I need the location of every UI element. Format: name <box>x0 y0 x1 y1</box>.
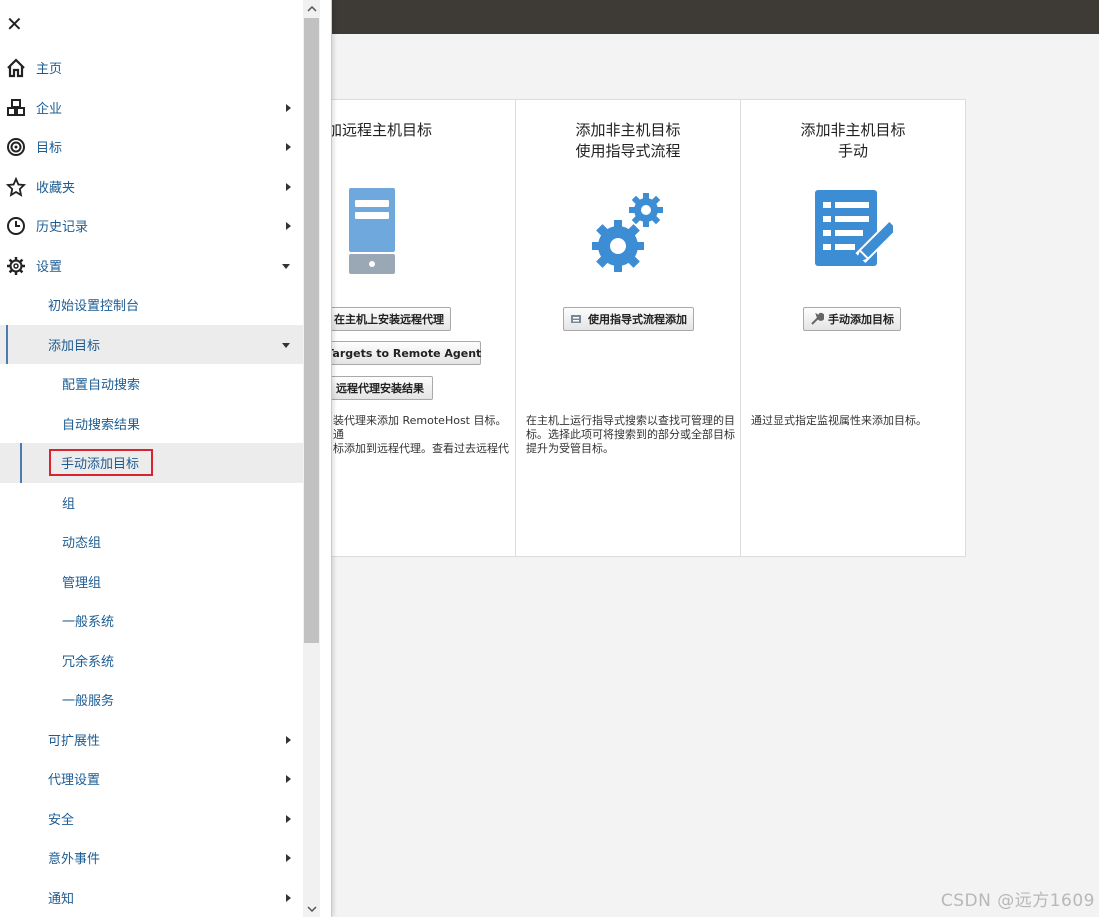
sidebar-item-enterprise[interactable]: 企业 <box>0 88 303 128</box>
enterprise-icon <box>5 97 27 119</box>
sidebar-item-dynamic-groups[interactable]: 动态组 <box>0 522 303 562</box>
sidebar-item-home[interactable]: 主页 <box>0 48 303 88</box>
remote-agent-results-button[interactable]: 远程代理安装结果 <box>327 376 433 400</box>
collapse-arrow-icon <box>282 342 290 348</box>
watermark: CSDN @远方1609 <box>940 891 1095 911</box>
navigation-drawer: ✕ 主页 企业 目标 收藏夹 历史记录 设置 初始设置控制台 添加目标 配置自动… <box>0 0 332 917</box>
sidebar-item-favorites[interactable]: 收藏夹 <box>0 167 303 207</box>
sidebar-item-initial-setup-console[interactable]: 初始设置控制台 <box>0 285 303 325</box>
expand-arrow-icon <box>286 182 291 191</box>
card-guided-title: 添加非主机目标 使用指导式流程 <box>575 121 681 160</box>
sidebar-item-add-target[interactable]: 添加目标 <box>0 324 303 364</box>
sidebar-item-redundancy-systems[interactable]: 冗余系统 <box>0 641 303 681</box>
sidebar-item-extensibility[interactable]: 可扩展性 <box>0 720 303 760</box>
card-guided-description: 在主机上运行指导式搜索以查找可管理的目 标。选择此项可将搜索到的部分或全部目标 … <box>526 414 735 455</box>
expand-arrow-icon <box>286 775 291 783</box>
scroll-up-icon[interactable] <box>303 0 320 17</box>
home-icon <box>5 57 27 79</box>
add-target-cards: 加远程主机目标 在主机上安装远程代理 st Targets to Remote … <box>290 99 966 557</box>
nav-menu: 主页 企业 目标 收藏夹 历史记录 设置 初始设置控制台 添加目标 配置自动搜索… <box>0 48 303 917</box>
scroll-down-icon[interactable] <box>303 900 320 917</box>
expand-arrow-icon <box>286 103 291 112</box>
guided-process-icon <box>571 315 581 323</box>
guided-add-button[interactable]: 使用指导式流程添加 <box>563 307 694 331</box>
card-remote-host-description: 装代理来添加 RemoteHost 目标。通 标添加到远程代理。查看过去远程代 <box>333 414 509 455</box>
host-targets-remote-agent-button[interactable]: st Targets to Remote Agent <box>311 341 481 365</box>
card-guided: 添加非主机目标 使用指导式流程 使用指导式流程添加 在主机上运行指导式搜索以查找… <box>515 99 741 557</box>
expand-arrow-icon <box>286 854 291 862</box>
sidebar-scrollbar-thumb[interactable] <box>304 18 319 643</box>
wrench-icon <box>811 312 824 325</box>
target-icon <box>5 136 27 158</box>
edit-list-icon <box>741 188 965 278</box>
sidebar-item-configure-auto-discovery[interactable]: 配置自动搜索 <box>0 364 303 404</box>
sidebar-item-setup[interactable]: 设置 <box>0 246 303 286</box>
install-remote-agent-button[interactable]: 在主机上安装远程代理 <box>327 307 451 331</box>
sidebar-item-auto-discovery-results[interactable]: 自动搜索结果 <box>0 404 303 444</box>
expand-arrow-icon <box>286 735 291 744</box>
manual-add-button[interactable]: 手动添加目标 <box>803 307 901 331</box>
sidebar-item-targets[interactable]: 目标 <box>0 127 303 167</box>
star-icon <box>5 176 27 198</box>
gear-icon <box>5 255 27 277</box>
card-manual-description: 通过显式指定监视属性来添加目标。 <box>751 414 927 427</box>
card-manual: 添加非主机目标 手动 手动添加目标 通过显式指定监视属性来添加目标。 <box>740 99 966 557</box>
sidebar-item-add-targets-manually[interactable]: 手动添加目标 <box>0 443 303 483</box>
sidebar-item-generic-systems[interactable]: 一般系统 <box>0 601 303 641</box>
card-manual-title: 添加非主机目标 手动 <box>800 121 906 160</box>
close-icon[interactable]: ✕ <box>6 14 24 34</box>
sidebar-item-security[interactable]: 安全 <box>0 799 303 839</box>
expand-arrow-icon <box>286 143 291 151</box>
sidebar-item-agent-settings[interactable]: 代理设置 <box>0 759 303 799</box>
sidebar-item-admin-groups[interactable]: 管理组 <box>0 562 303 602</box>
expand-arrow-icon <box>286 893 291 902</box>
sidebar-item-incidents[interactable]: 意外事件 <box>0 838 303 878</box>
top-header-bar <box>320 0 1099 34</box>
expand-arrow-icon <box>286 222 291 230</box>
history-icon <box>5 215 27 237</box>
collapse-arrow-icon <box>282 263 290 269</box>
expand-arrow-icon <box>286 814 291 823</box>
sidebar-item-groups[interactable]: 组 <box>0 483 303 523</box>
sidebar-item-history[interactable]: 历史记录 <box>0 206 303 246</box>
sidebar-item-notifications[interactable]: 通知 <box>0 878 303 917</box>
gears-icon <box>516 188 740 278</box>
sidebar-item-generic-services[interactable]: 一般服务 <box>0 680 303 720</box>
